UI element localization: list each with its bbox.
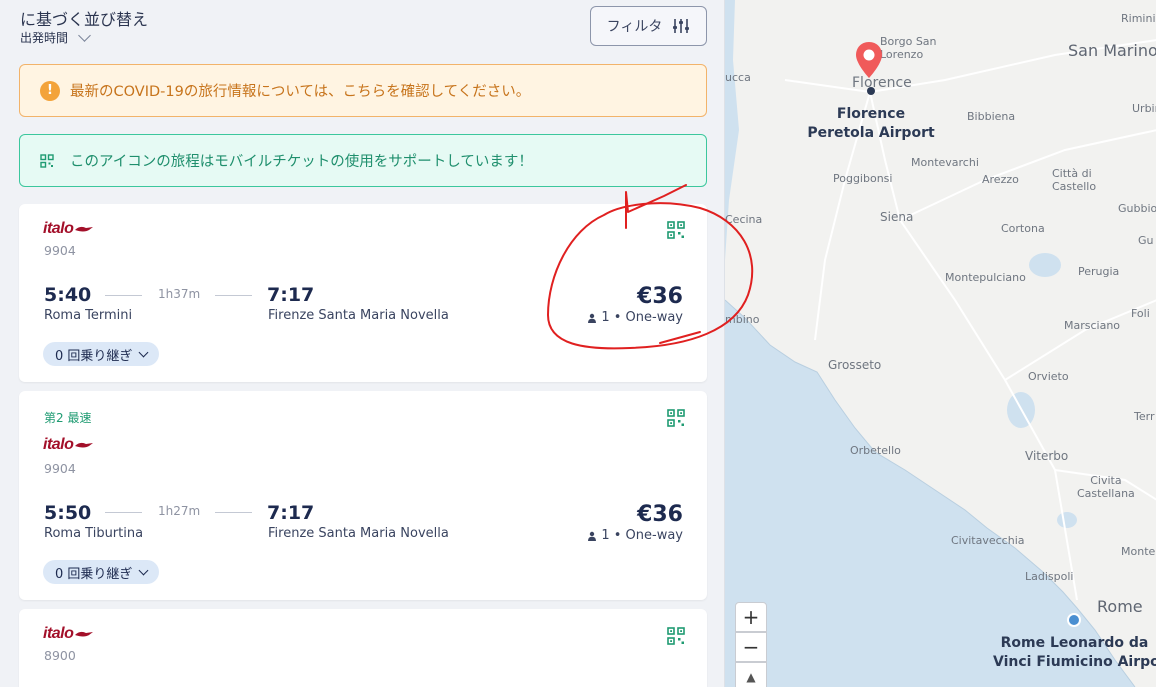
map-label-orvieto: Orvieto [1028, 370, 1069, 383]
arrive-time: 7:17 [267, 284, 315, 306]
sort-dropdown[interactable]: 出発時間 [20, 28, 91, 46]
map-label-marsciano: Marsciano [1064, 319, 1121, 332]
map-label-cortona: Cortona [1001, 222, 1045, 235]
fastest-tag: 第2 最速 [44, 411, 92, 425]
map-label-grosseto: Grosseto [828, 358, 882, 372]
compass-button[interactable]: ▲ [735, 662, 767, 687]
map-label-civitavecchia: Civitavecchia [951, 534, 1025, 547]
train-number: 9904 [44, 243, 76, 258]
duration-line [105, 512, 142, 513]
zoom-in-button[interactable]: + [735, 602, 767, 632]
covid-banner[interactable]: ! 最新のCOVID-19の旅行情報については、こちらを確認してください。 [19, 64, 707, 117]
duration-line [215, 512, 252, 513]
map-label-monterotondo: Montero [1121, 545, 1156, 558]
map-label-civita-castellana: Civita Castellana [1077, 474, 1135, 500]
map-label-cecina: Cecina [725, 213, 763, 226]
operator-logo: italo [43, 220, 94, 238]
italo-hare-icon [75, 226, 94, 232]
person-icon [588, 313, 597, 323]
duration: 1h37m [158, 287, 201, 301]
mobile-ticket-icon [667, 409, 685, 427]
covid-banner-text: 最新のCOVID-19の旅行情報については、こちらを確認してください。 [70, 84, 531, 100]
mobile-ticket-icon [667, 627, 685, 645]
map-label-citta-di-castello: Città di Castello [1052, 167, 1097, 193]
map-label-siena: Siena [880, 210, 914, 224]
train-number: 8900 [44, 648, 76, 663]
map-label-san-marino: San Marino [1068, 41, 1156, 60]
arrive-station: Firenze Santa Maria Novella [268, 526, 449, 541]
person-icon [588, 531, 597, 541]
map-label-perugia: Perugia [1078, 265, 1120, 278]
operator-logo: italo [43, 625, 94, 643]
italo-hare-icon [75, 442, 94, 448]
italo-hare-icon [75, 631, 94, 637]
origin-airport-label: Florence Peretola Airport [807, 106, 935, 141]
chevron-down-icon [138, 565, 149, 575]
chevron-down-icon [78, 28, 91, 42]
filter-button[interactable]: フィルタ [590, 6, 707, 46]
map-label-ladispoli: Ladispoli [1025, 570, 1074, 583]
transfers-toggle[interactable]: 0 回乗り継ぎ [43, 342, 160, 366]
map-label-lucca: ucca [725, 71, 751, 84]
map-label-montepulciano: Montepulciano [945, 271, 1026, 284]
destination-airport-label: Rome Leonardo da Vinci Fiumicino Airport [993, 635, 1156, 670]
result-card[interactable]: italo 9904 5:40 Roma Termini 1h37m 7:17 … [19, 204, 707, 382]
depart-time: 5:50 [44, 502, 92, 524]
mobile-ticket-banner: このアイコンの旅程はモバイルチケットの使用をサポートしています！ [19, 134, 707, 187]
map-label-orbetello: Orbetello [850, 444, 901, 457]
arrive-time: 7:17 [267, 502, 315, 524]
results-panel: に基づく並び替え 出発時間 フィルタ ! 最新のCOVID-19の旅行情報につい… [0, 0, 724, 687]
depart-station: Roma Tiburtina [44, 526, 144, 541]
sort-title: に基づく並び替え [20, 10, 149, 29]
map-label-montevarchi: Montevarchi [911, 156, 979, 169]
map-pin-icon[interactable] [853, 40, 885, 80]
destination-dot[interactable] [1067, 613, 1081, 627]
map-canvas [725, 0, 1156, 687]
filter-label: フィルタ [606, 19, 663, 35]
depart-time: 5:40 [44, 284, 92, 306]
map-label-rimini: Rimini [1121, 12, 1156, 25]
price: €36 [637, 284, 683, 309]
mobile-ticket-icon [667, 221, 685, 239]
warning-icon: ! [40, 80, 60, 101]
map-label-bibbiena: Bibbiena [967, 110, 1016, 123]
sliders-icon [673, 19, 690, 33]
map-label-gubbio: Gubbio [1118, 202, 1156, 215]
sort-value: 出発時間 [20, 31, 69, 45]
duration-line [105, 295, 142, 296]
transfers-toggle[interactable]: 0 回乗り継ぎ [43, 560, 160, 584]
qr-code-icon [40, 153, 54, 168]
train-number: 9904 [44, 461, 76, 476]
mobile-banner-text: このアイコンの旅程はモバイルチケットの使用をサポートしています！ [70, 154, 533, 170]
operator-logo: italo [43, 436, 94, 454]
map-label-viterbo: Viterbo [1025, 449, 1069, 463]
depart-station: Roma Termini [44, 308, 133, 323]
map-label-rome: Rome [1097, 597, 1143, 616]
map-label-piombino: mbino [725, 313, 760, 326]
map-label-gu: Gu [1138, 234, 1154, 247]
route-map[interactable]: Rimini San Marino Borgo San Lorenzo ucca… [724, 0, 1156, 687]
passenger-info: 1 • One-way [587, 528, 683, 543]
map-label-terni: Terr [1134, 410, 1155, 423]
map-label-arezzo: Arezzo [982, 173, 1019, 186]
map-label-borgo-san-lorenzo: Borgo San Lorenzo [880, 35, 937, 61]
map-label-urbino: Urbin [1132, 102, 1156, 115]
duration-line [215, 295, 252, 296]
map-label-foligno: Foli [1131, 307, 1150, 320]
origin-dot [867, 87, 875, 95]
result-card[interactable]: italo 8900 [19, 609, 707, 687]
zoom-out-button[interactable]: − [735, 632, 767, 662]
duration: 1h27m [158, 504, 201, 518]
arrive-station: Firenze Santa Maria Novella [268, 308, 449, 323]
price: €36 [637, 502, 683, 527]
passenger-info: 1 • One-way [587, 310, 683, 325]
map-label-poggibonsi: Poggibonsi [833, 172, 893, 185]
chevron-down-icon [138, 347, 149, 357]
result-card[interactable]: 第2 最速 italo 9904 5:50 Roma Tiburtina 1h2… [19, 391, 707, 600]
